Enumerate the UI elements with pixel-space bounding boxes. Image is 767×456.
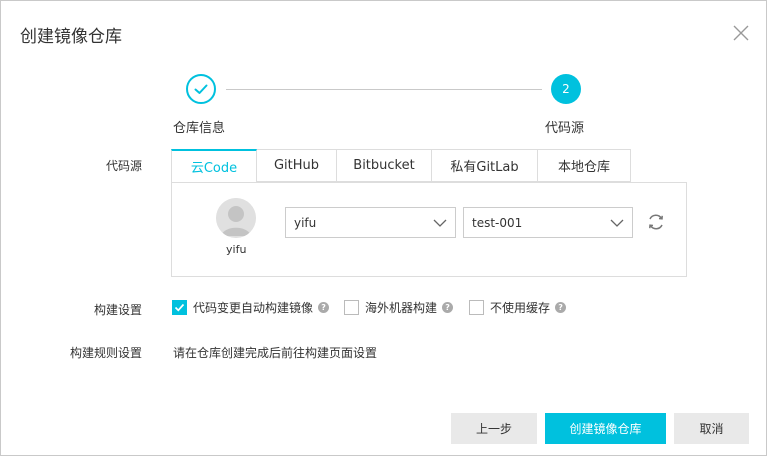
refresh-icon[interactable] [646,212,666,232]
repo-select[interactable]: test-001 [463,207,633,238]
step-2-active: 2 [551,74,581,104]
tab-bitbucket[interactable]: Bitbucket [337,149,432,182]
cancel-button[interactable]: 取消 [674,413,749,444]
tab-github[interactable]: GitHub [257,149,337,182]
help-icon[interactable]: ? [442,302,454,313]
overseas-build-label: 海外机器构建 [365,301,438,315]
user-avatar-icon [216,198,256,238]
tab-local-repo[interactable]: 本地仓库 [538,149,631,182]
repo-select-value: test-001 [472,215,523,230]
source-field-label: 代码源 [105,159,142,173]
auto-build-option: 代码变更自动构建镜像 ? [172,299,330,316]
account-name: yifu [226,243,247,256]
step-1-complete [186,74,216,104]
help-icon[interactable]: ? [555,302,567,313]
step-1-label: 仓库信息 [173,121,226,136]
build-rule-label: 构建规则设置 [69,346,142,360]
auto-build-label: 代码变更自动构建镜像 [193,301,314,315]
namespace-select-value: yifu [294,215,317,230]
chevron-down-icon [610,219,624,227]
no-cache-checkbox[interactable] [469,300,484,315]
help-icon[interactable]: ? [318,302,330,313]
no-cache-label: 不使用缓存 [490,301,551,315]
check-icon [194,84,208,94]
build-rule-text: 请在仓库创建完成后前往构建页面设置 [173,346,378,360]
avatar [216,198,256,238]
source-tabs: 云Code GitHub Bitbucket 私有GitLab 本地仓库 [171,149,631,183]
prev-step-button[interactable]: 上一步 [451,413,537,444]
namespace-select[interactable]: yifu [285,207,456,238]
tab-private-gitlab[interactable]: 私有GitLab [432,149,538,182]
tab-yun-code[interactable]: 云Code [171,149,257,183]
step-connector [226,89,542,90]
build-settings-label: 构建设置 [93,303,142,317]
chevron-down-icon [433,219,447,227]
auto-build-checkbox[interactable] [172,300,187,315]
overseas-build-checkbox[interactable] [344,300,359,315]
close-icon[interactable] [732,24,750,42]
no-cache-option: 不使用缓存 ? [469,299,567,316]
overseas-build-option: 海外机器构建 ? [344,299,454,316]
dialog-title: 创建镜像仓库 [20,27,122,47]
check-icon [174,303,185,312]
step-2-label: 代码源 [545,121,585,136]
create-repo-button[interactable]: 创建镜像仓库 [545,413,666,444]
